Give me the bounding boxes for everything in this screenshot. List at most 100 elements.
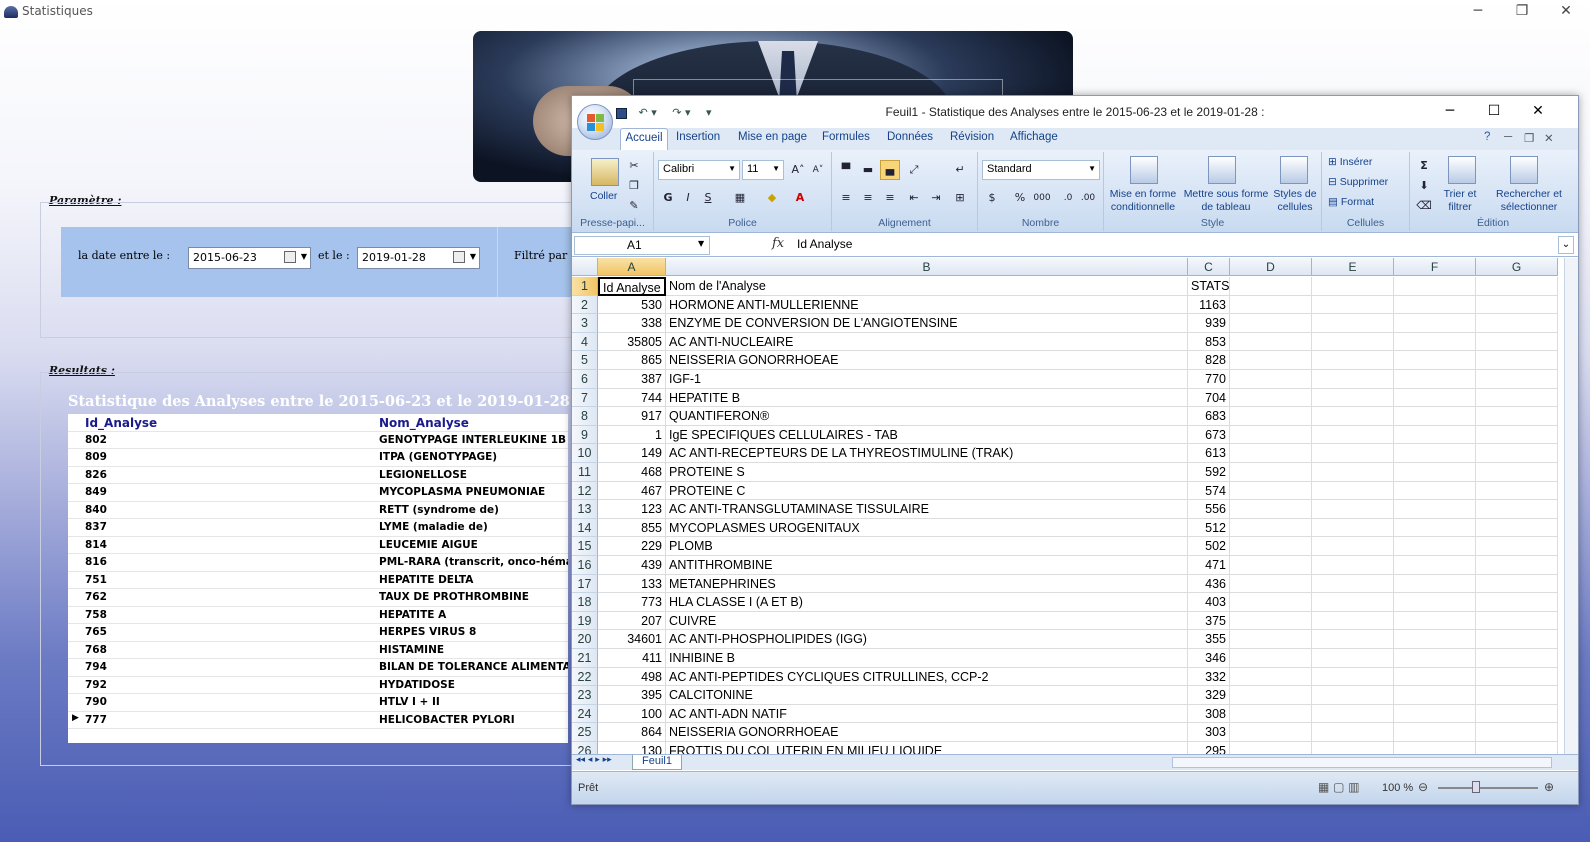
- table-row[interactable]: 768 HISTAMINE: [68, 642, 568, 659]
- table-row[interactable]: 758 HEPATITE A: [68, 607, 568, 624]
- spreadsheet-grid[interactable]: A B C D E F G 1 Id Analyse Nom de l'Analyse STATS 2…: [572, 258, 1562, 754]
- cell[interactable]: [1476, 649, 1558, 668]
- table-format-icon[interactable]: [1208, 156, 1236, 184]
- cell[interactable]: [1476, 742, 1558, 754]
- cell[interactable]: 329: [1188, 686, 1230, 705]
- cell[interactable]: [1312, 370, 1394, 389]
- font-color-icon[interactable]: A: [790, 188, 810, 208]
- cell[interactable]: Nom de l'Analyse: [666, 277, 1188, 296]
- cell[interactable]: [1312, 351, 1394, 370]
- office-button[interactable]: [577, 104, 613, 140]
- cell[interactable]: [1230, 407, 1312, 426]
- row-header[interactable]: 5: [572, 351, 598, 370]
- cell[interactable]: ENZYME DE CONVERSION DE L'ANGIOTENSINE: [666, 314, 1188, 333]
- cell[interactable]: [1394, 574, 1476, 594]
- cell[interactable]: [1394, 463, 1476, 482]
- table-row[interactable]: 802 GENOTYPAGE INTERLEUKINE 1B: [68, 432, 568, 449]
- cell[interactable]: HLA CLASSE I (A ET B): [666, 593, 1188, 612]
- row-header[interactable]: 1: [572, 277, 598, 296]
- sort-filter-button[interactable]: Trier et filtrer: [1438, 188, 1482, 214]
- table-row[interactable]: 794 BILAN DE TOLERANCE ALIMENTAIR: [68, 659, 568, 677]
- close-button[interactable]: ✕: [1543, 0, 1589, 24]
- cell[interactable]: [1476, 351, 1558, 370]
- orientation-icon[interactable]: ⤢: [904, 160, 924, 180]
- row-header[interactable]: 16: [572, 556, 598, 575]
- cell[interactable]: AC ANTI-ADN NATIF: [666, 704, 1188, 724]
- align-left-icon[interactable]: ≡: [836, 188, 856, 208]
- row-header[interactable]: 6: [572, 370, 598, 389]
- cell[interactable]: 613: [1188, 444, 1230, 463]
- table-row[interactable]: 792 HYDATIDOSE: [68, 677, 568, 694]
- row-header[interactable]: 24: [572, 704, 598, 724]
- minimize-button[interactable]: ─: [1455, 0, 1501, 24]
- column-header-g[interactable]: G: [1476, 258, 1558, 276]
- table-row[interactable]: 809 ITPA (GENOTYPAGE): [68, 449, 568, 467]
- increase-indent-icon[interactable]: ⇥: [926, 188, 946, 208]
- cell[interactable]: [1394, 332, 1476, 352]
- active-cell[interactable]: Id Analyse: [598, 277, 666, 296]
- cell[interactable]: 35805: [598, 332, 666, 352]
- cell[interactable]: [1476, 314, 1558, 333]
- table-row[interactable]: 840 RETT (syndrome de): [68, 502, 568, 519]
- undo-icon[interactable]: ↶ ▾: [639, 106, 657, 119]
- cell[interactable]: [1394, 444, 1476, 463]
- table-format-button[interactable]: Mettre sous forme de tableau: [1182, 188, 1270, 214]
- cell[interactable]: 939: [1188, 314, 1230, 333]
- decrease-decimal-icon[interactable]: .00: [1078, 188, 1098, 208]
- row-header[interactable]: 11: [572, 463, 598, 482]
- cell[interactable]: AC ANTI-NUCLEAIRE: [666, 332, 1188, 352]
- cell[interactable]: NEISSERIA GONORRHOEAE: [666, 351, 1188, 370]
- column-header-c[interactable]: C: [1188, 258, 1230, 276]
- select-all-corner[interactable]: [572, 258, 598, 276]
- cell[interactable]: CUIVRE: [666, 611, 1188, 631]
- name-box[interactable]: A1: [574, 236, 710, 255]
- cell[interactable]: [1230, 686, 1312, 705]
- cell[interactable]: 133: [598, 574, 666, 594]
- cell[interactable]: 467: [598, 481, 666, 501]
- cell[interactable]: 864: [598, 723, 666, 742]
- cell[interactable]: [1312, 574, 1394, 594]
- cell[interactable]: [1230, 556, 1312, 575]
- cell[interactable]: [1476, 481, 1558, 501]
- column-header-d[interactable]: D: [1230, 258, 1312, 276]
- cell[interactable]: 403: [1188, 593, 1230, 612]
- cell[interactable]: [1230, 370, 1312, 389]
- bold-button[interactable]: G: [658, 188, 678, 208]
- format-cells-button[interactable]: ▤ Format: [1328, 196, 1374, 209]
- cell[interactable]: HEPATITE B: [666, 388, 1188, 408]
- cell[interactable]: 592: [1188, 463, 1230, 482]
- cell[interactable]: 338: [598, 314, 666, 333]
- cell[interactable]: 332: [1188, 667, 1230, 687]
- ribbon-restore-icon[interactable]: ❐: [1524, 131, 1534, 145]
- cell[interactable]: 828: [1188, 351, 1230, 370]
- sheet-tab-feuil1[interactable]: Feuil1: [632, 755, 682, 770]
- cell[interactable]: [1312, 518, 1394, 538]
- cell[interactable]: [1394, 481, 1476, 501]
- cell[interactable]: [1312, 649, 1394, 668]
- cell[interactable]: [1312, 686, 1394, 705]
- cell[interactable]: 556: [1188, 500, 1230, 519]
- column-header-f[interactable]: F: [1394, 258, 1476, 276]
- tab-insertion[interactable]: Insertion: [676, 131, 720, 143]
- cell[interactable]: 865: [598, 351, 666, 370]
- cell[interactable]: [1394, 277, 1476, 296]
- cut-icon[interactable]: ✂: [624, 156, 644, 176]
- cell[interactable]: [1312, 556, 1394, 575]
- row-header[interactable]: 4: [572, 332, 598, 352]
- cell[interactable]: [1230, 332, 1312, 352]
- cell[interactable]: [1230, 574, 1312, 594]
- cell[interactable]: 498: [598, 667, 666, 687]
- percent-button[interactable]: %: [1010, 188, 1030, 208]
- date-from-picker[interactable]: 2015-06-23 ▼: [188, 247, 311, 269]
- cell[interactable]: 855: [598, 518, 666, 538]
- cell[interactable]: 308: [1188, 704, 1230, 724]
- sheet-nav-icon[interactable]: ◂◂ ◂ ▸ ▸▸: [576, 755, 612, 765]
- cell[interactable]: [1230, 444, 1312, 463]
- number-format-combo[interactable]: Standard ▼: [982, 160, 1100, 180]
- cell[interactable]: [1230, 667, 1312, 687]
- tab-revision[interactable]: Révision: [950, 131, 994, 143]
- restore-button[interactable]: ❐: [1499, 0, 1545, 24]
- tab-mise-en-page[interactable]: Mise en page: [738, 131, 807, 143]
- cell[interactable]: [1312, 667, 1394, 687]
- borders-icon[interactable]: ▦: [730, 188, 750, 208]
